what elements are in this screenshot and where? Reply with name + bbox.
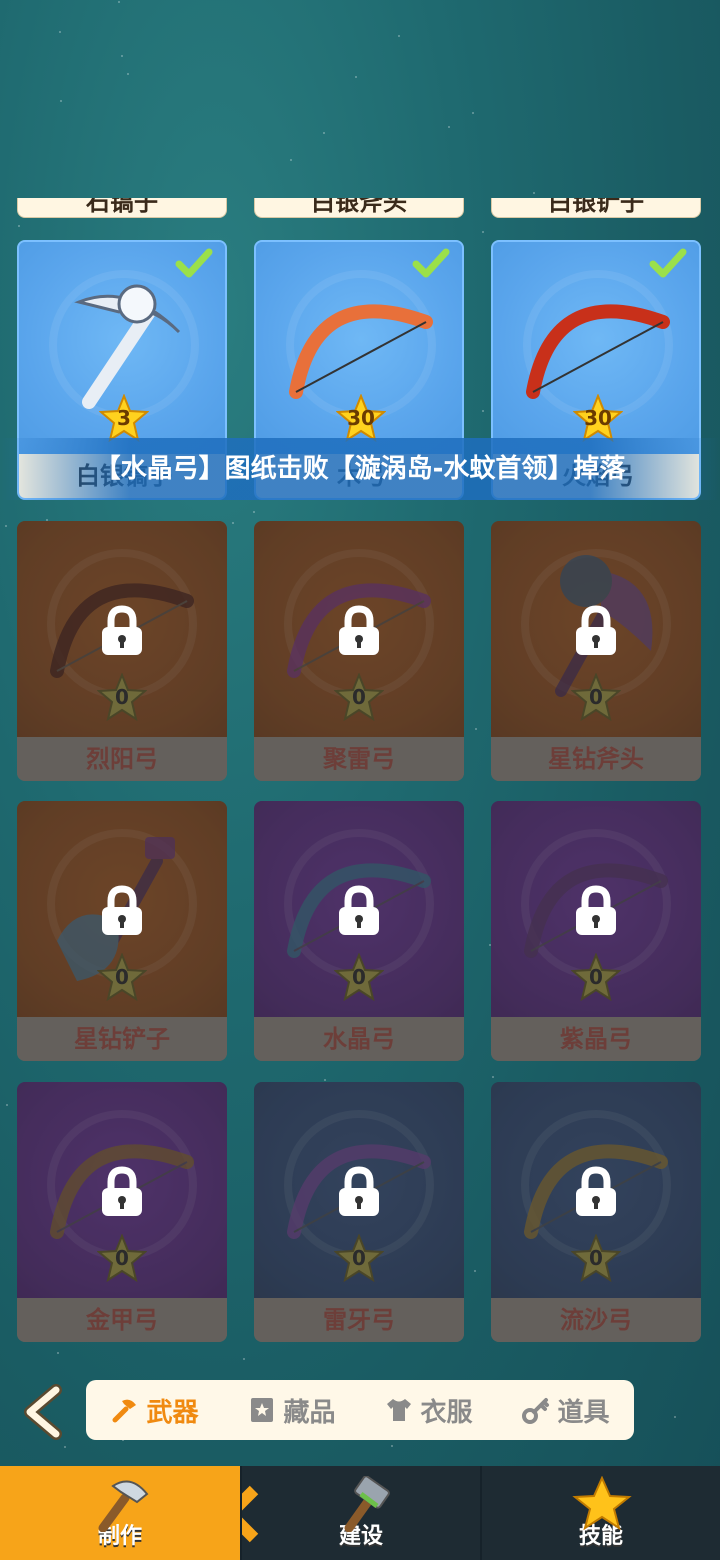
partial-top-row: 石镐子 白银斧头 白银铲子 <box>0 198 720 220</box>
star-cost-badge: 0 <box>570 1233 622 1283</box>
checkmark-icon <box>649 248 687 278</box>
bookmark-icon <box>251 1398 274 1422</box>
item-card[interactable]: 0 星钻铲子 <box>17 801 227 1061</box>
star-cost-value: 0 <box>589 1246 603 1270</box>
star-cost-value: 30 <box>347 406 375 430</box>
lock-icon <box>99 605 145 657</box>
star-cost-badge: 0 <box>570 672 622 722</box>
item-card[interactable]: 0 紫晶弓 <box>491 801 701 1061</box>
tab-label: 道具 <box>557 1397 610 1428</box>
back-arrow-icon[interactable] <box>20 1384 70 1440</box>
lock-icon <box>573 605 619 657</box>
star-cost-badge: 0 <box>333 1233 385 1283</box>
checkmark-icon <box>412 248 450 278</box>
lock-icon <box>336 605 382 657</box>
item-label-partial: 白银斧头 <box>254 198 464 218</box>
item-card[interactable]: 0 烈阳弓 <box>17 521 227 781</box>
item-label-partial: 石镐子 <box>17 198 227 218</box>
skill-star-icon <box>572 1476 632 1531</box>
star-cost-value: 0 <box>589 685 603 709</box>
item-name-label: 水晶弓 <box>254 1017 464 1061</box>
star-cost-badge: 30 <box>335 393 387 443</box>
item-card[interactable]: 0 水晶弓 <box>254 801 464 1061</box>
star-cost-badge: 0 <box>96 1233 148 1283</box>
item-name-label: 流沙弓 <box>491 1298 701 1342</box>
tab-collectibles[interactable]: 藏品 <box>223 1380 360 1440</box>
star-cost-badge: 0 <box>333 952 385 1002</box>
lock-icon <box>99 1166 145 1218</box>
lock-icon <box>573 1166 619 1218</box>
tab-label: 衣服 <box>420 1397 473 1428</box>
item-name-label: 雷牙弓 <box>254 1298 464 1342</box>
star-cost-badge: 0 <box>333 672 385 722</box>
nav-build[interactable]: 建设 <box>240 1466 480 1560</box>
star-cost-badge: 30 <box>572 393 624 443</box>
tab-props[interactable]: 道具 <box>497 1380 634 1440</box>
tab-label: 武器 <box>146 1397 199 1428</box>
item-name-label: 星钻铲子 <box>17 1017 227 1061</box>
hammer-icon <box>112 1399 137 1423</box>
item-card[interactable]: 0 雷牙弓 <box>254 1082 464 1342</box>
star-cost-value: 0 <box>115 685 129 709</box>
star-cost-badge: 3 <box>98 393 150 443</box>
tab-weapons[interactable]: 武器 <box>86 1380 223 1440</box>
lock-icon <box>336 1166 382 1218</box>
star-cost-value: 30 <box>584 406 612 430</box>
item-card[interactable]: 0 金甲弓 <box>17 1082 227 1342</box>
drop-hint-toast: 【水晶弓】图纸击败【漩涡岛-水蚊首领】掉落 <box>0 438 720 500</box>
lock-icon <box>99 885 145 937</box>
item-name-label: 紫晶弓 <box>491 1017 701 1061</box>
key-icon <box>522 1398 550 1424</box>
star-cost-value: 0 <box>352 965 366 989</box>
star-cost-value: 0 <box>589 965 603 989</box>
item-card[interactable]: 0 流沙弓 <box>491 1082 701 1342</box>
item-label-partial: 白银铲子 <box>491 198 701 218</box>
star-cost-value: 0 <box>115 1246 129 1270</box>
tab-label: 藏品 <box>283 1397 336 1428</box>
lock-icon <box>573 885 619 937</box>
star-cost-value: 0 <box>352 1246 366 1270</box>
star-cost-value: 3 <box>117 406 131 430</box>
bottom-navigation: 制作 建设 技能 <box>0 1466 720 1560</box>
item-name-label: 聚雷弓 <box>254 737 464 781</box>
shirt-icon <box>387 1399 412 1421</box>
star-cost-value: 0 <box>352 685 366 709</box>
lock-icon <box>336 885 382 937</box>
item-name-label: 星钻斧头 <box>491 737 701 781</box>
item-name-label: 金甲弓 <box>17 1298 227 1342</box>
star-cost-badge: 0 <box>96 672 148 722</box>
star-cost-value: 0 <box>115 965 129 989</box>
nav-craft[interactable]: 制作 <box>0 1466 259 1560</box>
star-cost-badge: 0 <box>96 952 148 1002</box>
craft-hammer-icon <box>98 1480 149 1532</box>
star-cost-badge: 0 <box>570 952 622 1002</box>
tab-clothes[interactable]: 衣服 <box>360 1380 497 1440</box>
item-name-label: 烈阳弓 <box>17 737 227 781</box>
nav-skills[interactable]: 技能 <box>480 1466 720 1560</box>
item-card[interactable]: 0 星钻斧头 <box>491 521 701 781</box>
category-tabs: 武器 藏品 衣服 道具 <box>86 1380 634 1440</box>
item-card[interactable]: 0 聚雷弓 <box>254 521 464 781</box>
checkmark-icon <box>175 248 213 278</box>
build-hammer-icon <box>344 1476 390 1532</box>
